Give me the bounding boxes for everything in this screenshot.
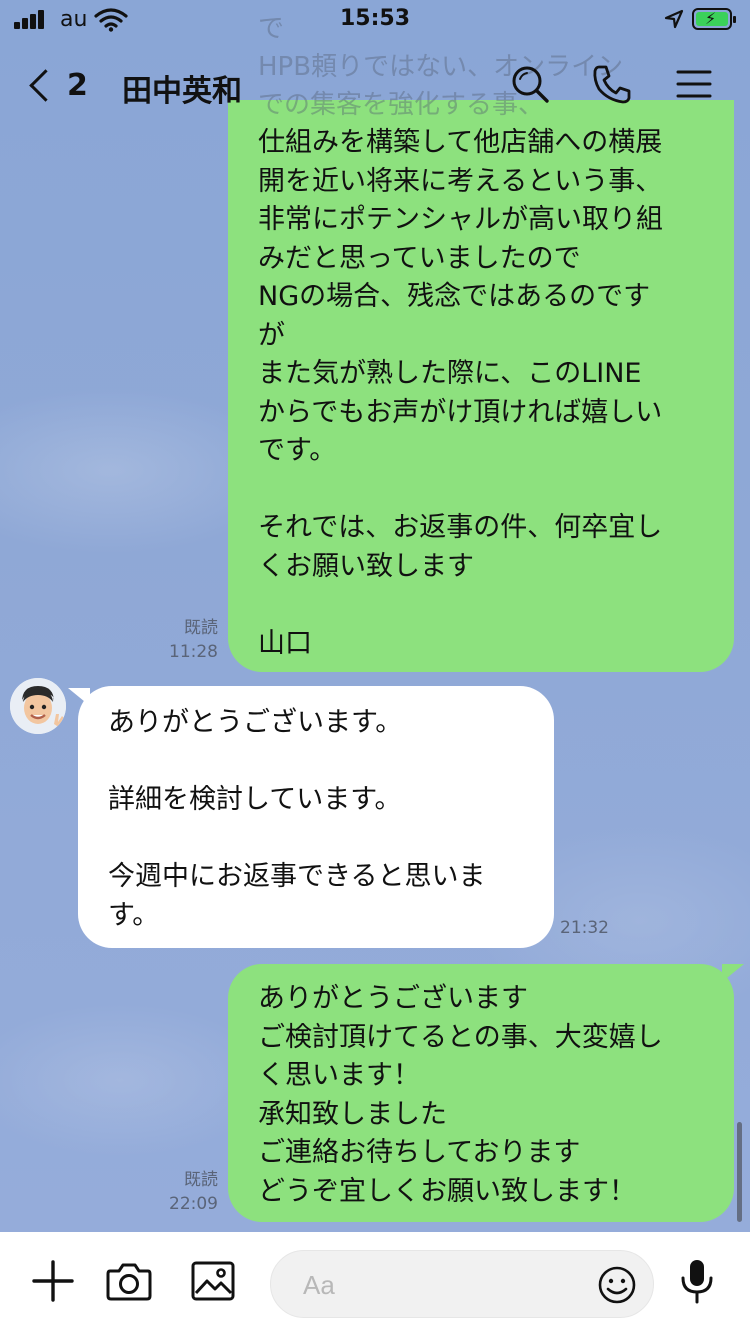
- message-input[interactable]: [301, 1265, 585, 1305]
- message-composer-bar: [0, 1232, 750, 1334]
- status-time: 15:53: [339, 6, 411, 31]
- location-icon: [664, 9, 684, 29]
- message-timestamp: 22:09: [169, 1194, 218, 1214]
- chat-header: 2 田中英和: [0, 40, 750, 130]
- emoji-icon[interactable]: [597, 1265, 637, 1305]
- microphone-icon[interactable]: [672, 1256, 722, 1306]
- camera-icon[interactable]: [104, 1256, 154, 1306]
- outgoing-message-bubble[interactable]: 仕組みを構築して他店舗への横展 開を近い将来に考えるという事、 非常にポテンシャ…: [228, 100, 734, 672]
- phone-icon[interactable]: [590, 62, 634, 106]
- outgoing-message-bubble[interactable]: ありがとうございます ご検討頂けてるとの事、大変嬉し く思います！ 承知致しまし…: [228, 964, 734, 1222]
- menu-icon[interactable]: [672, 62, 716, 106]
- message-timestamp: 11:28: [169, 642, 218, 662]
- image-icon[interactable]: [188, 1256, 238, 1306]
- read-receipt: 既読: [184, 618, 218, 638]
- back-chevron-icon: [29, 68, 62, 102]
- search-icon[interactable]: [508, 62, 552, 106]
- status-bar: au 15:53 ⚡: [0, 0, 750, 40]
- back-button[interactable]: 2: [22, 62, 92, 108]
- read-receipt: 既読: [184, 1170, 218, 1190]
- message-timestamp: 21:32: [560, 918, 609, 938]
- message-input-container[interactable]: [270, 1250, 654, 1318]
- plus-icon[interactable]: [28, 1256, 78, 1306]
- battery-icon: ⚡: [692, 8, 736, 30]
- unread-count: 2: [67, 67, 88, 103]
- scrollbar[interactable]: [737, 1122, 742, 1222]
- contact-avatar[interactable]: [10, 678, 66, 734]
- chat-title: 田中英和: [122, 74, 242, 109]
- incoming-message-bubble[interactable]: ありがとうございます。 詳細を検討しています。 今週中にお返事できると思いま す…: [78, 686, 554, 948]
- memoji-avatar-icon: [10, 678, 66, 734]
